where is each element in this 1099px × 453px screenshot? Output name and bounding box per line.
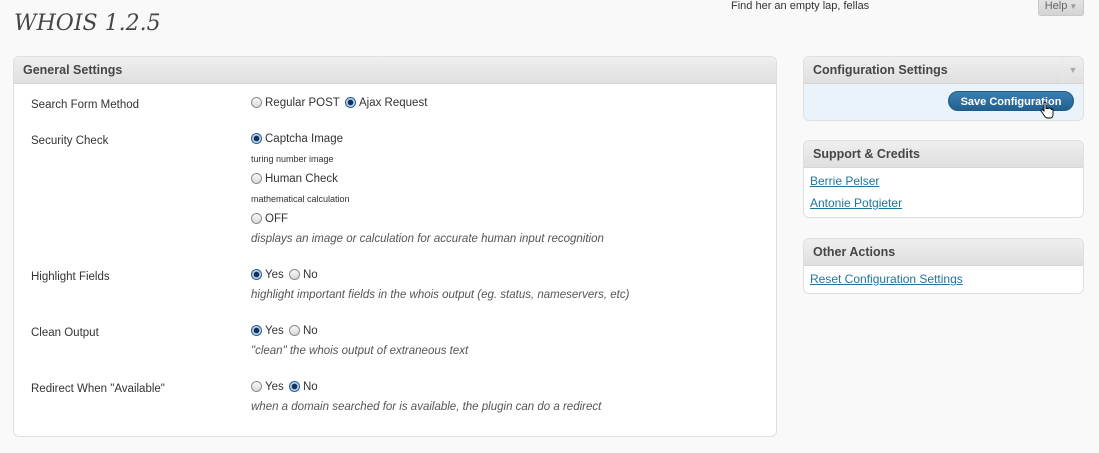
link-berrie-pelser[interactable]: Berrie Pelser bbox=[810, 174, 879, 188]
option-label: OFF bbox=[265, 213, 288, 225]
option-label: Human Check bbox=[265, 173, 338, 185]
help-button[interactable]: Help ▼ bbox=[1038, 0, 1084, 16]
highlight-yes-option[interactable]: Yes bbox=[251, 269, 284, 281]
support-credits-title: Support & Credits bbox=[804, 141, 1083, 168]
captcha-note: turing number image bbox=[251, 154, 334, 164]
radio-clean-no[interactable] bbox=[288, 325, 300, 336]
link-reset-configuration[interactable]: Reset Configuration Settings bbox=[810, 272, 963, 286]
radio-human-check[interactable] bbox=[251, 173, 262, 184]
radio-ajax-request[interactable] bbox=[344, 97, 356, 108]
other-actions-box: Other Actions Reset Configuration Settin… bbox=[803, 238, 1084, 294]
chevron-down-icon: ▼ bbox=[1069, 2, 1078, 11]
radio-clean-yes[interactable] bbox=[251, 325, 262, 336]
radio-redirect-no[interactable] bbox=[288, 381, 300, 392]
redirect-label: Redirect When "Available" bbox=[31, 383, 165, 395]
hand-pointer-icon bbox=[1040, 102, 1054, 119]
support-credits-box: Support & Credits Berrie Pelser Antonie … bbox=[803, 140, 1084, 218]
highlight-no-option[interactable]: No bbox=[288, 269, 318, 281]
link-antonie-potgieter[interactable]: Antonie Potgieter bbox=[810, 196, 902, 210]
security-check-label: Security Check bbox=[31, 135, 109, 147]
highlight-description: highlight important fields in the whois … bbox=[251, 289, 630, 301]
general-settings-box: General Settings Search Form Method Regu… bbox=[13, 56, 777, 437]
option-label: Yes bbox=[265, 325, 284, 337]
clean-options: Yes No bbox=[251, 325, 320, 337]
option-label: No bbox=[302, 325, 318, 337]
redirect-no-option[interactable]: No bbox=[288, 381, 318, 393]
configuration-body: Save Configuration bbox=[804, 84, 1083, 120]
top-message: Find her an empty lap, fellas bbox=[731, 0, 870, 12]
configuration-settings-box: Configuration Settings ▼ Save Configurati… bbox=[803, 56, 1084, 121]
radio-highlight-yes[interactable] bbox=[251, 269, 262, 280]
security-captcha-option[interactable]: Captcha Image bbox=[251, 133, 343, 145]
radio-redirect-yes[interactable] bbox=[251, 381, 262, 392]
search-method-ajax-option[interactable]: Ajax Request bbox=[344, 97, 428, 109]
save-configuration-button[interactable]: Save Configuration bbox=[948, 91, 1074, 111]
option-label: Ajax Request bbox=[358, 97, 428, 109]
clean-yes-option[interactable]: Yes bbox=[251, 325, 284, 337]
other-actions-title: Other Actions bbox=[804, 239, 1083, 266]
security-human-option[interactable]: Human Check bbox=[251, 173, 338, 185]
help-label: Help bbox=[1044, 0, 1068, 12]
clean-no-option[interactable]: No bbox=[288, 325, 318, 337]
option-label: Yes bbox=[265, 269, 284, 281]
radio-off[interactable] bbox=[251, 213, 262, 224]
human-check-note: mathematical calculation bbox=[251, 194, 350, 204]
radio-captcha[interactable] bbox=[251, 133, 262, 144]
radio-regular-post[interactable] bbox=[251, 97, 262, 108]
option-label: No bbox=[302, 381, 318, 393]
general-settings-title: General Settings bbox=[14, 57, 776, 84]
security-description: displays an image or calculation for acc… bbox=[251, 233, 604, 245]
highlight-options: Yes No bbox=[251, 269, 320, 281]
configuration-title-text: Configuration Settings bbox=[813, 63, 948, 77]
option-label: Regular POST bbox=[265, 97, 340, 109]
option-label: Captcha Image bbox=[265, 133, 343, 145]
redirect-yes-option[interactable]: Yes bbox=[251, 381, 284, 393]
page-title: WHOIS 1.2.5 bbox=[14, 11, 161, 36]
collapse-toggle-icon[interactable]: ▼ bbox=[1062, 57, 1083, 83]
search-method-options: Regular POST Ajax Request bbox=[251, 97, 429, 109]
configuration-settings-title: Configuration Settings ▼ bbox=[804, 57, 1083, 84]
redirect-description: when a domain searched for is available,… bbox=[251, 401, 602, 413]
search-method-post-option[interactable]: Regular POST bbox=[251, 97, 340, 109]
option-label: No bbox=[302, 269, 318, 281]
option-label: Yes bbox=[265, 381, 284, 393]
search-method-label: Search Form Method bbox=[31, 99, 140, 111]
clean-output-label: Clean Output bbox=[31, 327, 99, 339]
highlight-fields-label: Highlight Fields bbox=[31, 271, 110, 283]
security-off-option[interactable]: OFF bbox=[251, 213, 288, 225]
clean-description: "clean" the whois output of extraneous t… bbox=[251, 345, 469, 357]
radio-highlight-no[interactable] bbox=[288, 269, 300, 280]
redirect-options: Yes No bbox=[251, 381, 320, 393]
